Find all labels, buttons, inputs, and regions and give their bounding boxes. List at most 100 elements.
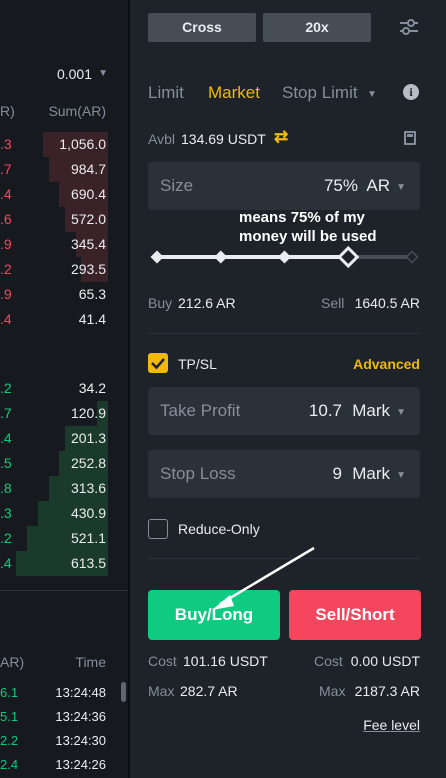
precision-select[interactable]: 0.001 xyxy=(57,66,92,82)
buy-max-value: 212.6 AR xyxy=(178,295,236,311)
slider-stop[interactable] xyxy=(405,250,419,264)
ask-row[interactable]: .9 65.3 xyxy=(0,282,128,307)
max-buy-value: 282.7 AR xyxy=(180,683,238,699)
take-profit-input[interactable]: Take Profit 10.7 Mark ▼ xyxy=(148,387,420,435)
info-icon[interactable]: i xyxy=(403,84,419,100)
tpsl-checkbox[interactable] xyxy=(148,353,168,373)
ask-row[interactable]: .9 345.4 xyxy=(0,232,128,257)
size-value[interactable]: 75% xyxy=(324,176,358,196)
reduce-only-checkbox[interactable] xyxy=(148,519,168,539)
price-header: R) xyxy=(0,103,15,119)
scrollbar[interactable] xyxy=(121,682,126,702)
price-cell: .6 xyxy=(0,211,12,227)
price-cell: .3 xyxy=(0,136,12,152)
bid-row[interactable]: .2 34.2 xyxy=(0,376,128,401)
sum-cell: 120.9 xyxy=(70,405,106,421)
slider-stop[interactable] xyxy=(214,250,228,264)
slider-stop[interactable] xyxy=(277,250,292,264)
sum-cell: 313.6 xyxy=(70,480,106,496)
trade-time-cell: 13:24:36 xyxy=(55,709,106,724)
trade-time-cell: 13:24:26 xyxy=(55,757,106,772)
take-profit-trigger-select[interactable]: Mark xyxy=(352,401,390,421)
annotation-line-1: means 75% of my xyxy=(239,209,365,226)
trade-price-cell: 6.1 xyxy=(0,685,19,700)
chevron-down-icon[interactable]: ▼ xyxy=(98,68,108,79)
price-cell: .9 xyxy=(0,236,12,252)
trade-time-cell: 13:24:48 xyxy=(55,685,106,700)
annotation-text: means 75% of my money will be used xyxy=(239,208,377,246)
trade-price-cell: 5.1 xyxy=(0,709,19,724)
ask-row[interactable]: .7 984.7 xyxy=(0,157,128,182)
ask-row[interactable]: .4 41.4 xyxy=(0,307,128,332)
bid-row[interactable]: .8 313.6 xyxy=(0,476,128,501)
sum-cell: 690.4 xyxy=(70,186,106,202)
sum-cell: 613.5 xyxy=(70,555,106,571)
annotation-line-2: money will be used xyxy=(239,228,377,245)
stop-loss-trigger-select[interactable]: Mark xyxy=(352,464,390,484)
slider-stop[interactable] xyxy=(150,250,164,264)
annotation-arrow xyxy=(212,546,315,610)
cost-buy-value: 101.16 USDT xyxy=(183,653,268,669)
ask-row[interactable]: .4 690.4 xyxy=(0,182,128,207)
price-cell: .4 xyxy=(0,430,12,446)
bid-row[interactable]: .4 613.5 xyxy=(0,551,128,576)
chevron-down-icon[interactable]: ▼ xyxy=(396,182,406,193)
fee-level-link[interactable]: Fee level xyxy=(363,717,420,733)
take-profit-value[interactable]: 10.7 xyxy=(309,401,342,421)
max-sell-label: Max xyxy=(319,683,346,699)
trade-time-cell: 13:24:30 xyxy=(55,733,106,748)
sum-header: Sum(AR) xyxy=(48,103,106,119)
sum-cell: 34.2 xyxy=(78,380,106,396)
settings-sliders-icon[interactable] xyxy=(398,16,420,38)
bid-row[interactable]: .5 252.8 xyxy=(0,451,128,476)
price-cell: .4 xyxy=(0,186,12,202)
ask-row[interactable]: .6 572.0 xyxy=(0,207,128,232)
ask-row[interactable]: .2 293.5 xyxy=(0,257,128,282)
size-slider[interactable] xyxy=(148,244,424,270)
price-cell: .4 xyxy=(0,555,12,571)
slider-handle[interactable] xyxy=(337,245,360,269)
sum-cell: 430.9 xyxy=(70,505,106,521)
tab-limit[interactable]: Limit xyxy=(148,83,184,103)
order-book-panel: 0.001 ▼ R) Sum(AR) .3 1,056.0 .7 984.7 .4 690… xyxy=(0,0,128,778)
tab-stop-limit[interactable]: Stop Limit xyxy=(282,83,358,103)
leverage-button[interactable]: 20x xyxy=(263,13,371,42)
sell-max-value: 1640.5 AR xyxy=(354,295,420,311)
section-divider xyxy=(148,333,420,334)
stop-loss-value[interactable]: 9 xyxy=(333,464,342,484)
size-label: Size xyxy=(160,176,194,195)
chevron-down-icon[interactable]: ▼ xyxy=(396,407,406,418)
sum-cell: 345.4 xyxy=(70,236,106,252)
sell-label: Sell xyxy=(321,295,345,311)
size-input[interactable]: Size 75% AR ▼ xyxy=(148,162,420,210)
price-cell: .9 xyxy=(0,286,12,302)
tpsl-label[interactable]: TP/SL xyxy=(178,356,217,372)
bid-row[interactable]: .7 120.9 xyxy=(0,401,128,426)
sum-cell: 1,056.0 xyxy=(59,136,106,152)
avbl-value: 134.69 USDT xyxy=(181,131,266,147)
sum-cell: 293.5 xyxy=(70,261,106,277)
advanced-link[interactable]: Advanced xyxy=(353,356,420,372)
chevron-down-icon[interactable]: ▼ xyxy=(396,470,406,481)
trade-price-cell: 2.4 xyxy=(0,757,19,772)
chevron-down-icon[interactable]: ▼ xyxy=(367,89,377,100)
reduce-only-label[interactable]: Reduce-Only xyxy=(178,521,260,537)
bid-row[interactable]: .4 201.3 xyxy=(0,426,128,451)
price-cell: .2 xyxy=(0,380,12,396)
bid-row[interactable]: .2 521.1 xyxy=(0,526,128,551)
price-cell: .2 xyxy=(0,261,12,277)
transfer-icon[interactable]: ⇄ xyxy=(274,127,288,147)
size-unit-select[interactable]: AR xyxy=(366,176,390,196)
cost-sell-value: 0.00 USDT xyxy=(350,653,420,669)
tab-market[interactable]: Market xyxy=(208,83,260,103)
max-sell-value: 2187.3 AR xyxy=(354,683,420,699)
stop-loss-input[interactable]: Stop Loss 9 Mark ▼ xyxy=(148,450,420,498)
price-cell: .7 xyxy=(0,405,12,421)
calculator-icon[interactable] xyxy=(404,131,416,145)
bid-row[interactable]: .3 430.9 xyxy=(0,501,128,526)
margin-mode-button[interactable]: Cross xyxy=(148,13,256,42)
ask-row[interactable]: .3 1,056.0 xyxy=(0,132,128,157)
sum-cell: 572.0 xyxy=(70,211,106,227)
stop-loss-label: Stop Loss xyxy=(160,464,236,483)
trades-time-header: Time xyxy=(75,654,106,670)
